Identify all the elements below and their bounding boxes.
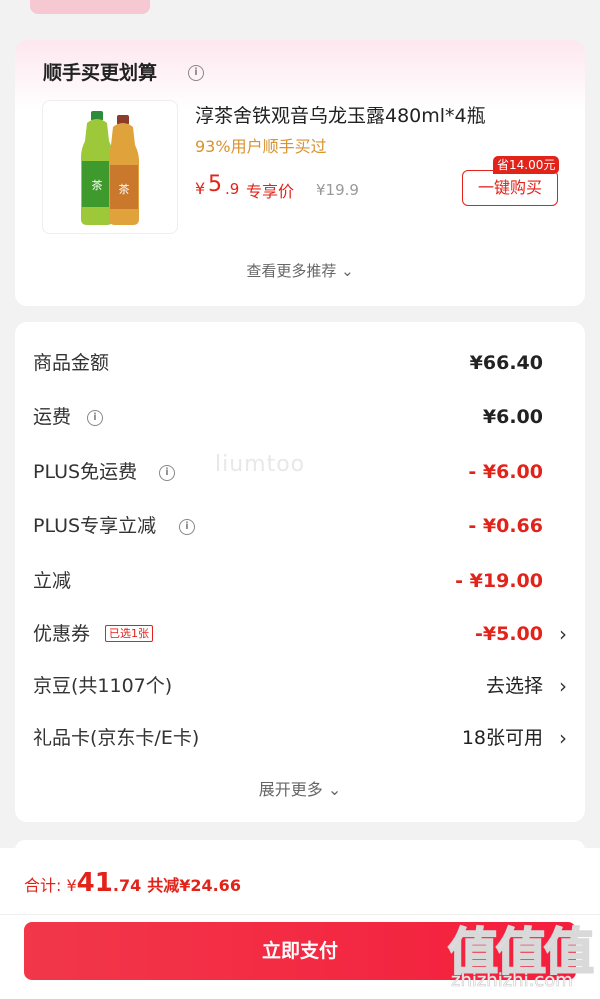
row-label: 优惠券 [33, 623, 91, 645]
row-label: 京豆(共1107个) [33, 675, 173, 697]
chevron-right-icon[interactable]: › [559, 723, 567, 753]
total-line: 合计: ¥41.74 共减¥24.66 [24, 868, 241, 898]
row-label: PLUS专享立减 [33, 515, 157, 537]
info-icon[interactable]: i [188, 65, 204, 81]
top-banner-fragment [30, 0, 150, 14]
total-label: 合计: [24, 876, 67, 895]
summary-row-gift-card[interactable]: 礼品卡(京东卡/E卡) 18张可用 › [33, 723, 567, 753]
summary-row-plus-discount: PLUS专享立减 i - ¥0.66 [33, 511, 567, 541]
row-value: - ¥19.00 [455, 570, 543, 592]
coupon-selected-tag: 已选1张 [105, 625, 153, 642]
row-label: 运费 [33, 406, 72, 428]
svg-text:茶: 茶 [119, 183, 130, 196]
expand-more-link[interactable]: 展开更多 ⌄ [15, 776, 585, 800]
row-label: PLUS免运费 [33, 461, 138, 483]
summary-row-shipping: 运费 i ¥6.00 [33, 402, 567, 432]
row-value: 18张可用 [461, 727, 543, 749]
recommend-card: 顺手买更划算 i 茶 茶 淳茶舍铁观音乌龙玉露480ml*4瓶 93%用户顺手买… [15, 40, 585, 306]
row-value: ¥6.00 [482, 406, 543, 428]
price-integer: 5 [208, 172, 222, 197]
price-decimal: .9 [225, 180, 240, 198]
row-label: 立减 [33, 570, 72, 592]
total-saved: 共减¥24.66 [147, 876, 241, 895]
exclusive-price-label: 专享价 [246, 182, 295, 201]
product-name[interactable]: 淳茶舍铁观音乌龙玉露480ml*4瓶 [195, 101, 486, 128]
product-image[interactable]: 茶 茶 [42, 100, 178, 234]
order-summary-card: 商品金额 ¥66.40 运费 i ¥6.00 PLUS免运费 i - ¥6.00… [15, 322, 585, 822]
watermark-site: zhizhizhi.com [451, 970, 573, 992]
row-value: - ¥0.66 [468, 515, 543, 537]
row-label: 商品金额 [33, 352, 110, 374]
price-currency: ¥ [195, 179, 206, 198]
summary-row-coupon[interactable]: 优惠券 已选1张 -¥5.00 › [33, 619, 567, 649]
info-icon[interactable]: i [179, 519, 195, 535]
info-icon[interactable]: i [87, 410, 103, 426]
total-integer: 41 [76, 868, 113, 898]
row-value: - ¥6.00 [468, 461, 543, 483]
svg-text:茶: 茶 [92, 179, 103, 192]
total-currency: ¥ [66, 876, 77, 895]
total-decimal: .74 [112, 876, 142, 895]
chevron-right-icon[interactable]: › [559, 619, 567, 649]
chevron-right-icon[interactable]: › [559, 671, 567, 701]
row-value: ¥66.40 [469, 352, 543, 374]
save-badge: 省14.00元 [493, 156, 560, 174]
recommend-title: 顺手买更划算 [43, 62, 158, 84]
watermark-text: liumtoo [215, 452, 306, 477]
row-value: 去选择 [485, 675, 543, 697]
summary-row-instant-discount: 立减 - ¥19.00 [33, 566, 567, 596]
original-price: ¥19.9 [316, 181, 359, 199]
one-click-buy-button[interactable]: 一键购买 [462, 170, 558, 206]
row-label: 礼品卡(京东卡/E卡) [33, 727, 200, 749]
summary-row-goods-amount: 商品金额 ¥66.40 [33, 348, 567, 378]
more-recommendations-link[interactable]: 查看更多推荐 ⌄ [15, 260, 585, 281]
info-icon[interactable]: i [159, 465, 175, 481]
buyers-text: 93%用户顺手买过 [195, 137, 327, 156]
row-value: -¥5.00 [475, 623, 543, 645]
summary-row-jingdou[interactable]: 京豆(共1107个) 去选择 › [33, 671, 567, 701]
